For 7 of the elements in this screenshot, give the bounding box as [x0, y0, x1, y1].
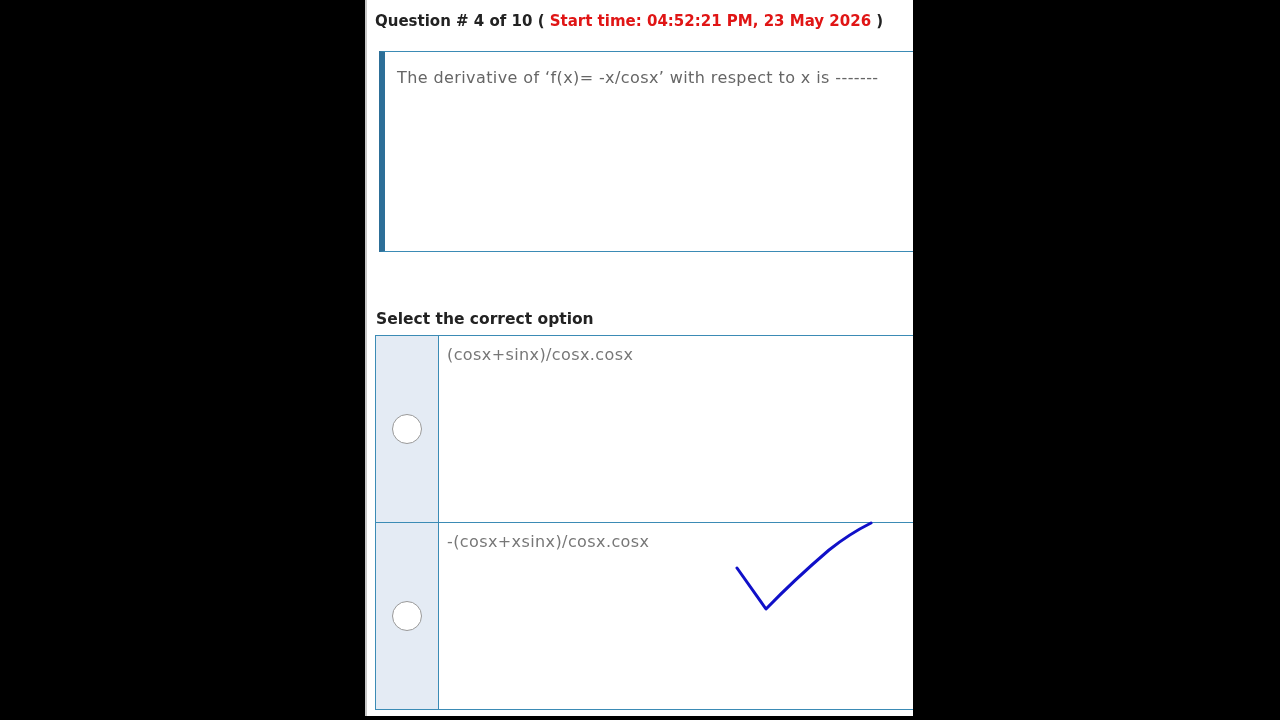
- question-text: The derivative of ‘f(x)= -x/cosx’ with respect to x is -------: [397, 67, 879, 89]
- options-heading: Select the correct option: [376, 309, 594, 329]
- radio-button[interactable]: [392, 414, 422, 444]
- option-text: (cosx+sinx)/cosx.cosx: [447, 344, 634, 366]
- radio-button[interactable]: [392, 601, 422, 631]
- option-text: -(cosx+xsinx)/cosx.cosx: [447, 531, 650, 553]
- question-header: Question # 4 of 10 ( Start time: 04:52:21 PM, 23 May 2026 ): [375, 11, 884, 31]
